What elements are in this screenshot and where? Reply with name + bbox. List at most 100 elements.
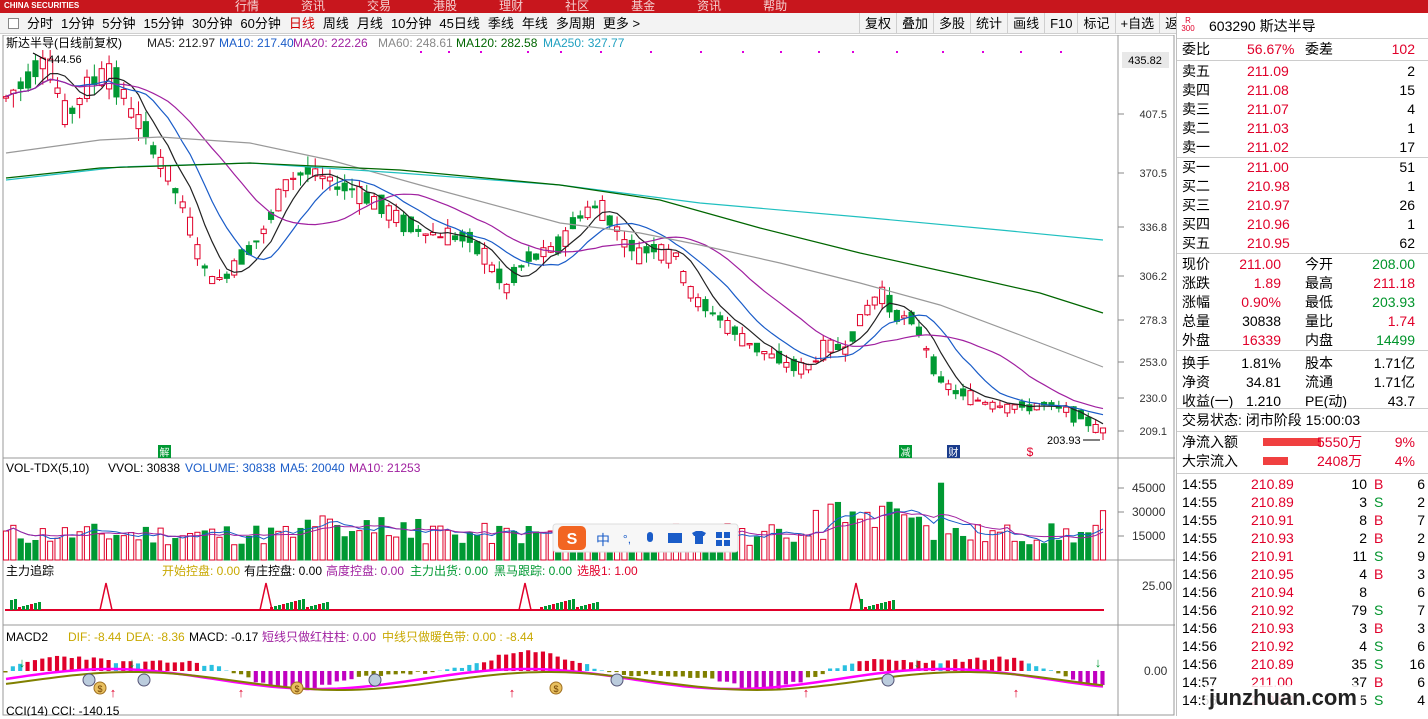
- macd-dea-label: DEA: -8.36: [126, 630, 185, 644]
- tool-button[interactable]: +自选: [1115, 13, 1160, 34]
- main-menu[interactable]: 行情 资讯 交易 港股 理财 社区 基金 资讯 帮助: [235, 0, 829, 13]
- macd-bar: [320, 671, 324, 685]
- marker-jie[interactable]: 解: [160, 446, 170, 459]
- tick-row: 14:56210.9279S7: [1177, 601, 1428, 620]
- flow-value: 5550万: [1317, 433, 1362, 452]
- marker-s[interactable]: $: [1027, 445, 1034, 459]
- candle-body: [585, 207, 590, 218]
- tab-period[interactable]: 10分钟: [387, 13, 435, 34]
- menu-item[interactable]: 资讯: [301, 0, 325, 13]
- volume-bar: [1056, 540, 1061, 560]
- macd-bar: [1005, 659, 1009, 671]
- macd-bar: [732, 671, 736, 683]
- tool-button[interactable]: 复权: [859, 13, 896, 34]
- tool-button[interactable]: 统计: [970, 13, 1007, 34]
- tab-period[interactable]: 1分钟: [57, 13, 98, 34]
- marker-jian[interactable]: 减: [901, 447, 911, 459]
- ime-toolbar[interactable]: S中°,: [553, 524, 738, 552]
- period-tabs: 分时1分钟5分钟15分钟30分钟60分钟日线周线月线10分钟45日线季线年线多周…: [0, 13, 644, 34]
- menu-item[interactable]: 理财: [499, 0, 523, 13]
- candle-body: [143, 122, 148, 137]
- macd-bar: [1034, 666, 1038, 671]
- tab-period[interactable]: 5分钟: [98, 13, 139, 34]
- tab-period[interactable]: 季线: [484, 13, 518, 34]
- microphone-icon[interactable]: [647, 532, 653, 542]
- macd-bar: [570, 661, 574, 671]
- menu-item[interactable]: 港股: [433, 0, 457, 13]
- zl-bar: [876, 604, 879, 610]
- tick-row: 14:56210.933B3: [1177, 619, 1428, 638]
- ime-chinese-mode[interactable]: 中: [596, 532, 610, 548]
- tick-row: 14:56210.954B3: [1177, 565, 1428, 584]
- macd-bar: [445, 669, 449, 671]
- quote-row: 净资34.81流通1.71亿: [1177, 373, 1428, 392]
- volume-bar: [129, 533, 134, 560]
- volume-bar: [180, 536, 185, 560]
- kline-svg[interactable]: ↓↓↑↑↑↑↓↑↓$$$ 407.5370.5336.8306.2278.325…: [0, 35, 1175, 716]
- kline-chart-area[interactable]: ↓↓↑↑↑↑↓↑↓$$$ 407.5370.5336.8306.2278.325…: [0, 35, 1175, 716]
- tab-period[interactable]: 45日线: [435, 13, 483, 34]
- macd-bar: [1042, 669, 1046, 671]
- menu-item[interactable]: 社区: [565, 0, 589, 13]
- tool-button[interactable]: 画线: [1007, 13, 1044, 34]
- candle-body: [821, 340, 826, 360]
- ask-volume: 17: [1399, 138, 1415, 157]
- tab-period[interactable]: 周线: [319, 13, 353, 34]
- zl-bar: [596, 602, 599, 610]
- tab-period[interactable]: 60分钟: [236, 13, 284, 34]
- volume-bar: [938, 483, 943, 560]
- quote-label-2: 股本: [1305, 354, 1333, 373]
- tick-count: 3: [1417, 565, 1425, 584]
- menu-item[interactable]: 交易: [367, 0, 391, 13]
- tick-price: 210.94: [1251, 583, 1294, 602]
- menu-item[interactable]: 行情: [235, 0, 259, 13]
- menu-item[interactable]: 基金: [631, 0, 655, 13]
- chart-title: 斯达半导(日线前复权): [6, 35, 122, 50]
- toolbox-icon[interactable]: [724, 540, 730, 546]
- marker-cai[interactable]: 财: [949, 446, 959, 459]
- ask-row: 卖三211.074: [1177, 100, 1428, 119]
- ime-punct[interactable]: °,: [623, 532, 631, 546]
- tick-time: 14:56: [1182, 547, 1217, 566]
- ask-price: 211.09: [1247, 62, 1289, 81]
- quote-value-2: 14499: [1376, 331, 1415, 350]
- price-tick-label: 407.5: [1139, 109, 1167, 121]
- tab-period[interactable]: 多周期: [552, 13, 599, 34]
- tick-time: 14:55: [1182, 493, 1217, 512]
- tool-button[interactable]: F10: [1044, 13, 1077, 34]
- flow-percent: 9%: [1395, 433, 1415, 452]
- tool-button[interactable]: 叠加: [896, 13, 933, 34]
- trade-status: 交易状态: 闭市阶段 15:00:03: [1182, 411, 1360, 430]
- macd-bar: [423, 671, 427, 674]
- volume-bar: [430, 526, 435, 560]
- tab-period[interactable]: 日线: [285, 13, 319, 34]
- volume-bar: [106, 539, 111, 560]
- volume-bar: [1042, 544, 1047, 560]
- tab-period[interactable]: 分时: [23, 13, 57, 34]
- vol-tick-label: 15000: [1132, 529, 1166, 543]
- checkbox[interactable]: [8, 18, 19, 29]
- tool-button[interactable]: 多股: [933, 13, 970, 34]
- status-row: 交易状态: 闭市阶段 15:00:03: [1177, 411, 1428, 430]
- volume-bar: [18, 539, 23, 560]
- macd-bar: [1100, 671, 1104, 685]
- tab-period[interactable]: 15分钟: [139, 13, 187, 34]
- volume-bar: [1071, 543, 1076, 560]
- tab-period[interactable]: 30分钟: [188, 13, 236, 34]
- toolbox-icon[interactable]: [716, 532, 722, 538]
- tool-button[interactable]: 标记: [1077, 13, 1114, 34]
- menu-item[interactable]: 帮助: [763, 0, 787, 13]
- menu-item[interactable]: 资讯: [697, 0, 721, 13]
- tab-period[interactable]: 更多 >: [599, 13, 644, 34]
- toolbox-icon[interactable]: [724, 532, 730, 538]
- candle-body: [622, 240, 627, 247]
- keyboard-icon[interactable]: [668, 533, 682, 543]
- volume-bar: [740, 529, 745, 560]
- candle-body: [526, 252, 531, 261]
- tab-period[interactable]: 月线: [353, 13, 387, 34]
- candle-body: [872, 297, 877, 305]
- zl-bar: [864, 607, 867, 610]
- toolbox-icon[interactable]: [716, 540, 722, 546]
- volume-bar: [850, 512, 855, 560]
- tab-period[interactable]: 年线: [518, 13, 552, 34]
